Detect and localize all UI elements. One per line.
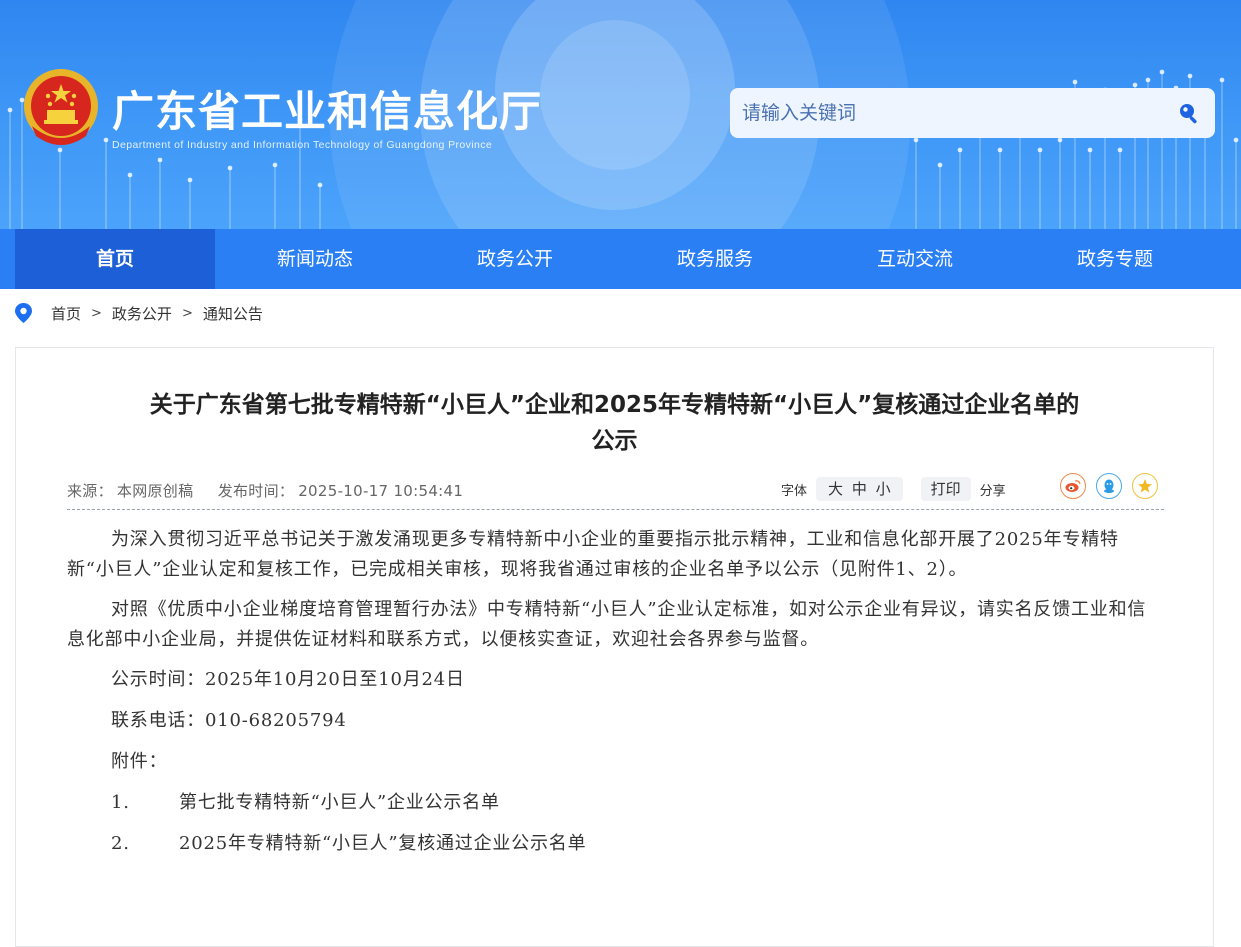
nav-item-services[interactable]: 政务服务 [615,229,815,289]
qq-icon[interactable] [1096,473,1122,499]
article-title-line: 关于广东省第七批专精特新“小巨人”企业和2025年专精特新“小巨人”复核通过企业… [149,392,1080,418]
font-small-button[interactable]: 小 [876,480,891,498]
attachment-link[interactable]: 第七批专精特新“小巨人”企业公示名单 [179,788,500,818]
breadcrumb: 首页 > 政务公开 > 通知公告 [15,302,263,324]
breadcrumb-notices[interactable]: 通知公告 [203,303,263,324]
nav-item-gov-affairs[interactable]: 政务公开 [415,229,615,289]
site-header: 广东省工业和信息化厅 Department of Industry and In… [0,0,1241,229]
article-title-line: 公示 [591,428,638,454]
search-input[interactable] [730,88,1170,138]
breadcrumb-separator: > [91,305,102,321]
breadcrumb-gov-affairs[interactable]: 政务公开 [112,303,172,324]
print-button[interactable]: 打印 [920,477,971,501]
location-pin-icon [15,303,32,323]
weibo-icon[interactable] [1060,473,1086,499]
site-title: 广东省工业和信息化厅 [112,87,543,136]
search-icon[interactable] [1177,101,1201,125]
attachment-link[interactable]: 2025年专精特新“小巨人”复核通过企业公示名单 [179,829,586,859]
attachment-item: 1. 第七批专精特新“小巨人”企业公示名单 [67,788,1164,818]
attachments-label: 附件： [111,751,168,772]
article-title: 关于广东省第七批专精特新“小巨人”企业和2025年专精特新“小巨人”复核通过企业… [0,387,1229,459]
nav-item-news[interactable]: 新闻动态 [215,229,415,289]
nav-item-topics[interactable]: 政务专题 [1015,229,1215,289]
site-subtitle: Department of Industry and Information T… [112,139,493,151]
article-paragraph: 为深入贯彻习近平总书记关于激发涌现更多专精特新中小企业的重要指示批示精神，工业和… [67,529,1119,580]
breadcrumb-separator: > [181,305,193,321]
font-size-group: 大 中 小 [816,477,903,501]
contact-phone: 联系电话：010-68205794 [111,710,347,731]
meta-divider [67,509,1164,510]
article-tools: 字体 大 中 小 打印 分享 [781,476,1006,502]
nav-item-interaction[interactable]: 互动交流 [815,229,1015,289]
main-nav: 首页 新闻动态 政务公开 政务服务 互动交流 政务专题 [0,229,1241,289]
attachment-number: 1. [111,792,130,813]
article-meta: 来源： 本网原创稿 发布时间： 2025-10-17 10:54:41 [67,480,467,501]
national-emblem-icon [24,69,98,145]
attachment-item: 2. 2025年专精特新“小巨人”复核通过企业公示名单 [67,829,1164,859]
article-body: 为深入贯彻习近平总书记关于激发涌现更多专精特新中小企业的重要指示批示精神，工业和… [67,519,1164,870]
share-label: 分享 [979,483,1006,499]
time-label: 发布时间： [217,482,295,500]
qzone-icon[interactable] [1132,473,1158,499]
font-size-label: 字体 [781,483,808,499]
time-value: 2025-10-17 10:54:41 [298,482,464,500]
breadcrumb-home[interactable]: 首页 [51,303,81,324]
article-paragraph: 对照《优质中小企业梯度培育管理暂行办法》中专精特新“小巨人”企业认定标准，如对公… [67,599,1147,650]
source-label: 来源： [67,482,113,500]
font-large-button[interactable]: 大 [828,480,843,498]
share-icons [1060,473,1168,499]
publicity-period: 公示时间：2025年10月20日至10月24日 [111,669,465,690]
font-medium-button[interactable]: 中 [852,480,867,498]
nav-item-home[interactable]: 首页 [15,229,215,289]
search-box [730,88,1215,138]
source-value: 本网原创稿 [116,482,194,500]
attachment-number: 2. [111,833,130,854]
